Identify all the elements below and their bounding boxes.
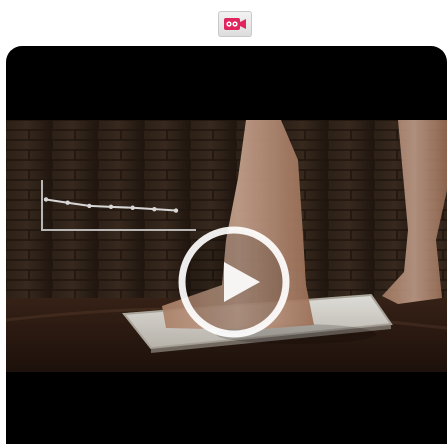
play-icon xyxy=(178,226,290,338)
camera-reel-2-center xyxy=(233,22,237,26)
page xyxy=(0,0,447,444)
video-camera-glyph xyxy=(224,18,246,30)
camera-body xyxy=(224,18,240,30)
camera-lens xyxy=(240,19,246,29)
camera-reel-1-center xyxy=(227,22,231,26)
play-button[interactable] xyxy=(176,224,292,340)
video-frame[interactable] xyxy=(6,120,447,372)
video-player[interactable] xyxy=(6,46,447,444)
video-camera-icon[interactable] xyxy=(218,11,252,37)
